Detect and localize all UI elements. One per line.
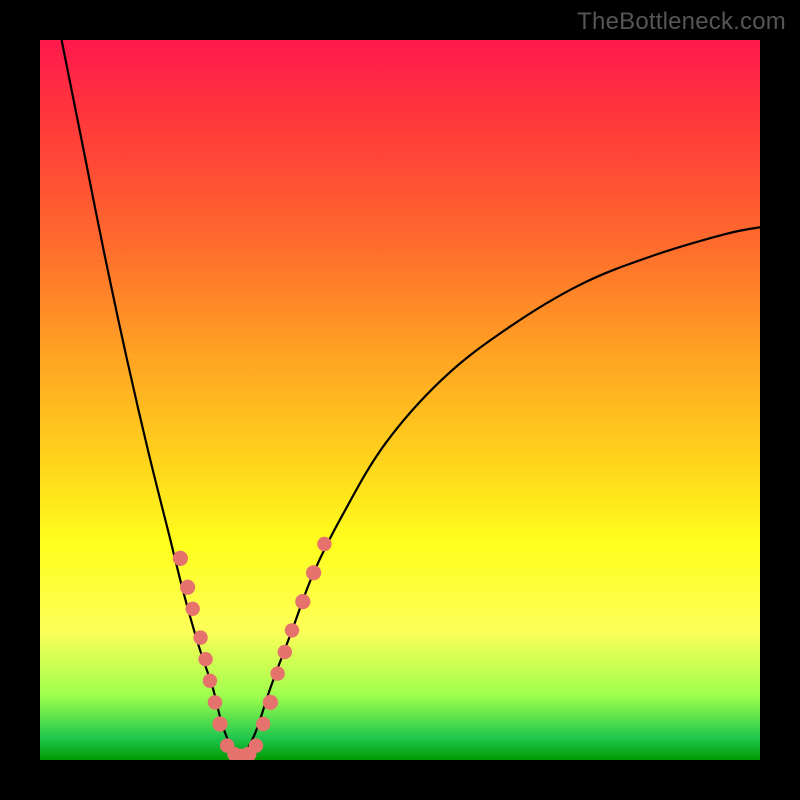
curve-left-arm bbox=[62, 40, 242, 760]
bead-marker bbox=[203, 674, 217, 688]
bead-marker bbox=[270, 666, 284, 680]
curve-beads bbox=[173, 537, 332, 760]
curve-layer bbox=[40, 40, 760, 760]
bead-marker bbox=[317, 537, 331, 551]
bead-marker bbox=[193, 630, 207, 644]
bead-marker bbox=[295, 594, 310, 609]
plot-area bbox=[40, 40, 760, 760]
bead-marker bbox=[227, 747, 241, 760]
curve-right-arm bbox=[242, 227, 760, 760]
bead-marker bbox=[278, 645, 292, 659]
watermark-text: TheBottleneck.com bbox=[577, 8, 786, 36]
bead-marker bbox=[285, 623, 299, 637]
bead-marker bbox=[241, 747, 256, 760]
bead-marker bbox=[220, 738, 234, 752]
bead-marker bbox=[249, 738, 263, 752]
bead-marker bbox=[180, 580, 195, 595]
bead-marker bbox=[208, 695, 222, 709]
chart-stage: TheBottleneck.com bbox=[0, 0, 800, 800]
bead-marker bbox=[234, 749, 250, 760]
bead-marker bbox=[263, 695, 278, 710]
bead-marker bbox=[185, 602, 199, 616]
bead-marker bbox=[173, 551, 188, 566]
bead-marker bbox=[256, 717, 270, 731]
bead-marker bbox=[212, 716, 227, 731]
bead-marker bbox=[306, 565, 321, 580]
bead-marker bbox=[198, 652, 212, 666]
